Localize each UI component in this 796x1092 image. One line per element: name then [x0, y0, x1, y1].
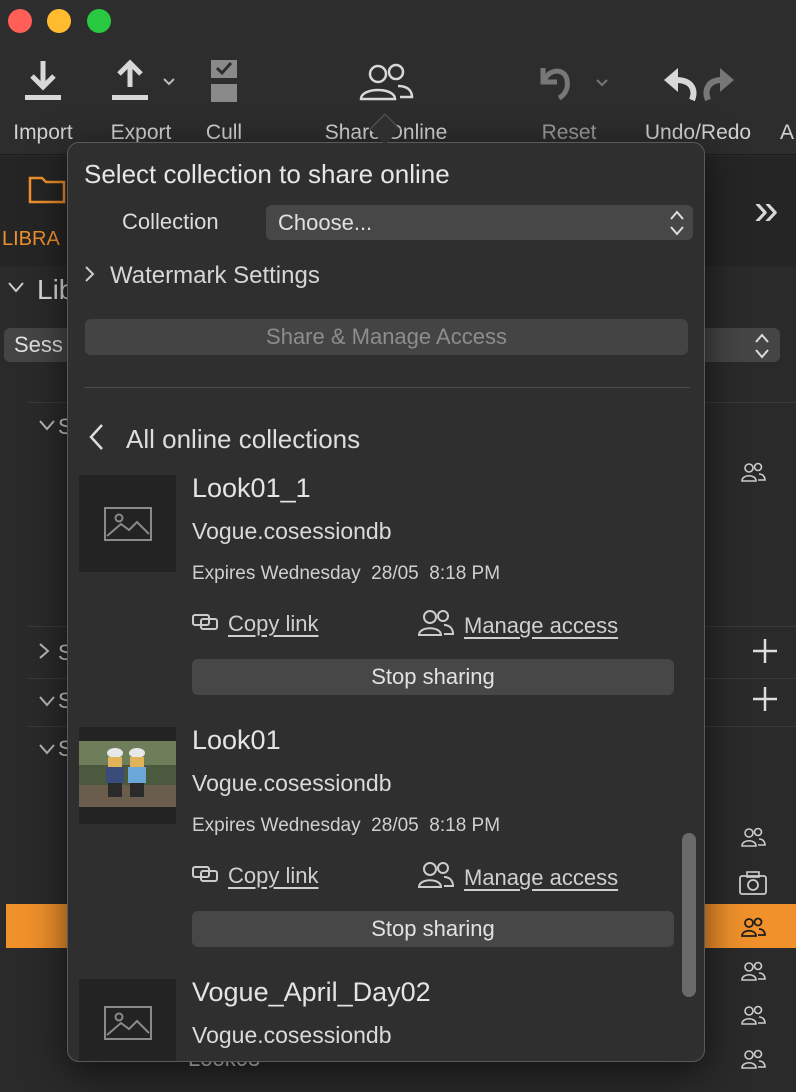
collection-expiry: Expires Wednesday 28/05 8:18 PM [192, 563, 501, 584]
manage-access-button[interactable]: Manage access [417, 861, 619, 894]
scrollbar-thumb[interactable] [682, 833, 696, 997]
shared-collection-icon [740, 960, 766, 987]
cull-button[interactable]: Cull [192, 50, 256, 155]
overflow-toolbar-item[interactable]: A [780, 50, 796, 155]
people-icon [417, 861, 455, 894]
popover-title: Select collection to share online [84, 159, 450, 189]
people-icon [417, 609, 455, 642]
reset-icon [526, 56, 612, 108]
share-manage-access-button[interactable]: Share & Manage Access [85, 319, 688, 355]
online-collection-item: Vogue_April_Day02 Vogue.cosessiondb [68, 979, 688, 1061]
select-stepper-icon [669, 209, 685, 247]
manage-access-button[interactable]: Manage access [417, 609, 619, 642]
copy-link-button[interactable]: Copy link [192, 863, 318, 889]
collection-select[interactable]: Choose... [266, 205, 693, 240]
copy-link-button[interactable]: Copy link [192, 611, 318, 637]
tree-row-chevron-right-icon[interactable] [38, 642, 50, 665]
folder-tab-icon[interactable] [28, 174, 66, 209]
reset-button[interactable]: Reset [526, 50, 612, 155]
copy-link-icon [192, 864, 218, 889]
shared-collection-icon [740, 1048, 766, 1075]
collection-database: Vogue.cosessiondb [192, 1022, 392, 1048]
shared-collection-icon [740, 1004, 766, 1031]
redo-icon [703, 68, 734, 102]
collection-expiry: Expires Wednesday 28/05 8:18 PM [192, 815, 501, 836]
copy-link-label: Copy link [228, 611, 319, 636]
share-online-icon [320, 56, 452, 108]
select-stepper-icon [754, 332, 770, 365]
placeholder-image-icon [79, 475, 176, 572]
undo-icon [664, 68, 697, 102]
toolbar: Import Export Cull Share Online Reset Un [0, 50, 796, 155]
copy-link-icon [192, 612, 218, 637]
copy-link-label: Copy link [228, 863, 319, 888]
tree-row-chevron-icon[interactable] [38, 742, 56, 760]
manage-access-label: Manage access [464, 612, 619, 638]
import-button[interactable]: Import [0, 50, 86, 155]
collection-label: Collection [122, 209, 219, 234]
watermark-settings-disclosure[interactable]: Watermark Settings [84, 261, 320, 291]
add-icon[interactable] [752, 638, 778, 669]
expand-tabs-chevron-icon[interactable]: » [754, 188, 778, 232]
add-icon[interactable] [752, 686, 778, 717]
shared-collection-icon [740, 826, 766, 853]
shared-collection-icon [740, 916, 766, 943]
stop-sharing-button[interactable]: Stop sharing [192, 911, 674, 947]
collection-name: Look01 [192, 725, 281, 755]
undo-redo-icons [636, 56, 760, 108]
collection-select-value: Choose... [278, 210, 373, 235]
popover-scrollbar[interactable] [682, 833, 696, 997]
library-tab-label[interactable]: LIBRA [2, 228, 60, 251]
collection-database: Vogue.cosessiondb [192, 770, 392, 796]
export-icon [100, 56, 182, 108]
lego-figures-photo [79, 727, 176, 824]
export-button[interactable]: Export [100, 50, 182, 155]
close-window-button[interactable] [8, 9, 32, 33]
minimize-window-button[interactable] [47, 9, 71, 33]
session-select-label: Sess [14, 332, 63, 357]
collection-thumbnail [79, 727, 176, 824]
shared-collection-icon [740, 461, 766, 488]
chevron-left-icon [88, 423, 104, 456]
all-online-collections-label: All online collections [126, 424, 361, 454]
tree-row-chevron-icon[interactable] [38, 418, 56, 436]
undo-redo-control[interactable]: Undo/Redo [636, 50, 760, 155]
import-label: Import [13, 121, 73, 144]
divider [84, 387, 690, 388]
zoom-window-button[interactable] [87, 9, 111, 33]
all-online-collections-back[interactable]: All online collections [88, 423, 360, 456]
placeholder-image-icon [79, 979, 176, 1061]
stop-sharing-button[interactable]: Stop sharing [192, 659, 674, 695]
collection-name: Look01_1 [192, 473, 311, 503]
chevron-right-icon [84, 265, 96, 288]
cull-icon [192, 56, 256, 108]
title-bar [0, 0, 796, 50]
collection-database: Vogue.cosessiondb [192, 518, 392, 544]
import-icon [0, 56, 86, 108]
share-online-popover: Select collection to share online Collec… [67, 142, 705, 1062]
watermark-settings-label: Watermark Settings [110, 262, 320, 289]
collapse-chevron-icon[interactable] [8, 280, 24, 298]
tree-row-chevron-icon[interactable] [38, 694, 56, 712]
capture-camera-icon [738, 870, 768, 901]
overflow-label: A [780, 121, 795, 144]
manage-access-label: Manage access [464, 864, 619, 890]
collection-name: Vogue_April_Day02 [192, 979, 431, 1007]
